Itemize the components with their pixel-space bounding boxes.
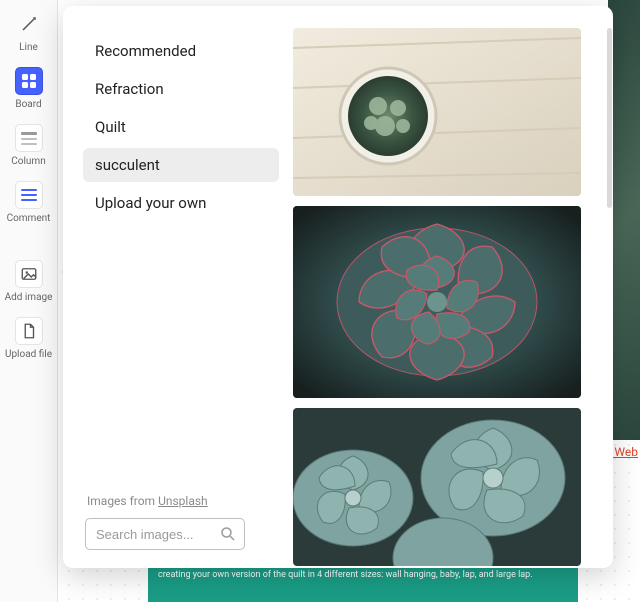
tool-board[interactable]: Board: [0, 61, 58, 118]
category-succulent[interactable]: succulent: [83, 148, 279, 182]
tool-label: Column: [11, 156, 45, 167]
modal-sidebar: Recommended Refraction Quilt succulent U…: [63, 6, 293, 568]
left-toolbar: Line Board Column Comment: [0, 0, 58, 602]
tool-label: Comment: [7, 213, 51, 224]
search-wrap: [85, 518, 245, 550]
board-icon: [15, 67, 43, 95]
attribution-prefix: Images from: [87, 494, 158, 508]
tool-label: Add image: [5, 292, 53, 303]
tool-label: Upload file: [5, 349, 52, 360]
image-result-3[interactable]: [293, 408, 581, 566]
tool-line[interactable]: Line: [0, 4, 58, 61]
tool-label: Line: [19, 42, 38, 53]
category-list: Recommended Refraction Quilt succulent U…: [83, 34, 279, 224]
tool-add-image[interactable]: Add image: [0, 254, 58, 311]
category-refraction[interactable]: Refraction: [83, 72, 279, 106]
category-upload-own[interactable]: Upload your own: [83, 186, 279, 220]
file-icon: [15, 317, 43, 345]
background-green-card: creating your own version of the quilt i…: [148, 564, 578, 602]
category-recommended[interactable]: Recommended: [83, 34, 279, 68]
comment-icon: [15, 181, 43, 209]
image-result-1[interactable]: [293, 28, 581, 196]
column-icon: [15, 124, 43, 152]
line-icon: [15, 10, 43, 38]
attribution-link[interactable]: Unsplash: [158, 494, 208, 508]
scrollbar[interactable]: [607, 28, 612, 208]
category-quilt[interactable]: Quilt: [83, 110, 279, 144]
attribution-text: Images from Unsplash: [83, 494, 279, 508]
green-card-text: creating your own version of the quilt i…: [158, 570, 533, 580]
tool-label: Board: [15, 99, 41, 110]
tool-upload-file[interactable]: Upload file: [0, 311, 58, 368]
image-icon: [15, 260, 43, 288]
search-input[interactable]: [85, 518, 245, 550]
image-result-2[interactable]: [293, 206, 581, 398]
image-picker-modal: Recommended Refraction Quilt succulent U…: [63, 6, 613, 568]
image-results: [293, 6, 613, 568]
tool-comment[interactable]: Comment: [0, 175, 58, 232]
tool-column[interactable]: Column: [0, 118, 58, 175]
